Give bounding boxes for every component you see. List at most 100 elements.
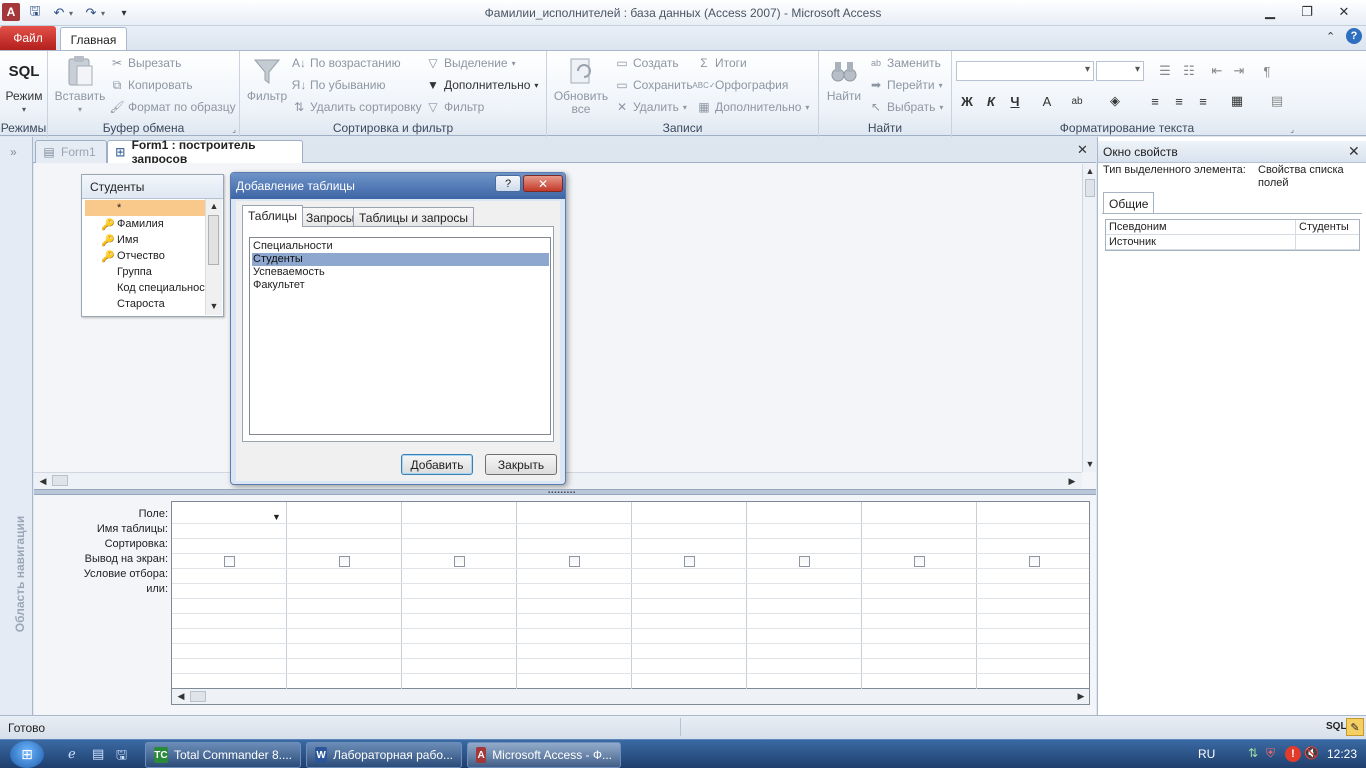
add-button[interactable]: Добавить <box>401 454 473 475</box>
show-checkbox[interactable] <box>1029 556 1040 567</box>
taskbar-access[interactable]: A Microsoft Access - Ф... <box>467 742 621 768</box>
grid-scroll-right-icon[interactable]: ▶ <box>1074 689 1088 703</box>
design-vertical-scrollbar[interactable]: ▲ ▼ <box>1082 164 1096 472</box>
design-grid[interactable]: ▼ <box>171 501 1090 690</box>
cut-button[interactable]: ✂ Вырезать <box>110 56 181 70</box>
replace-button[interactable]: ab Заменить <box>869 56 941 70</box>
tray-alert-icon[interactable]: ! <box>1285 746 1301 762</box>
design-hscroll-thumb[interactable] <box>52 475 68 486</box>
field-item-name[interactable]: 🔑 Имя <box>85 232 205 248</box>
bold-button[interactable]: Ж <box>956 91 978 111</box>
tab-file[interactable]: Файл <box>0 26 56 50</box>
tray-security-icon[interactable]: ⛨ <box>1266 746 1275 761</box>
minimize-ribbon-icon[interactable]: ⌃ <box>1326 30 1335 43</box>
show-checkbox[interactable] <box>454 556 465 567</box>
selection-type-value[interactable]: Свойства списка полей <box>1258 164 1362 190</box>
format-painter-button[interactable]: 🖌 Формат по образцу <box>109 100 235 114</box>
sort-ascending-button[interactable]: A↓ По возрастанию <box>292 56 401 70</box>
doc-tab-query-builder[interactable]: ⊞ Form1 : построитель запросов <box>107 138 303 166</box>
increase-indent-icon[interactable]: ⇥ <box>1228 61 1250 81</box>
grid-column[interactable] <box>287 502 402 690</box>
show-checkbox[interactable] <box>684 556 695 567</box>
toggle-filter-button[interactable]: ▽ Фильтр <box>426 100 484 114</box>
help-icon[interactable]: ? <box>1346 28 1362 44</box>
remove-sort-button[interactable]: ⇅ Удалить сортировку <box>292 100 422 114</box>
show-checkbox[interactable] <box>914 556 925 567</box>
tab-home[interactable]: Главная <box>60 27 127 51</box>
list-item-students[interactable]: Студенты <box>252 253 549 266</box>
save-record-button[interactable]: ▭ Сохранить <box>615 78 692 92</box>
delete-record-button[interactable]: ✕ Удалить ▾ <box>615 100 687 114</box>
grid-scroll-left-icon[interactable]: ◀ <box>174 689 188 703</box>
property-tab-general[interactable]: Общие <box>1103 192 1155 214</box>
property-value[interactable]: Студенты <box>1296 220 1359 234</box>
new-record-button[interactable]: ▭ Создать <box>615 56 678 70</box>
field-item-surname[interactable]: 🔑 Фамилия <box>85 216 205 232</box>
dialog-help-button[interactable]: ? <box>495 175 521 192</box>
grid-column[interactable] <box>862 502 977 690</box>
font-color-icon[interactable]: A <box>1036 91 1058 111</box>
text-format-launcher-icon[interactable]: ⌟ <box>1290 125 1294 134</box>
quick-launch-explorer-icon[interactable]: ▤ <box>92 746 104 762</box>
show-checkbox[interactable] <box>339 556 350 567</box>
language-indicator[interactable]: RU <box>1198 747 1215 761</box>
filter-button[interactable]: Фильтр <box>246 55 288 103</box>
close-button[interactable]: Закрыть <box>485 454 557 475</box>
sort-descending-button[interactable]: Я↓ По убыванию <box>292 78 386 92</box>
dialog-tab-both[interactable]: Таблицы и запросы <box>353 207 475 227</box>
field-item-all[interactable]: * <box>85 200 205 216</box>
dialog-tab-queries[interactable]: Запросы <box>300 207 361 227</box>
start-button[interactable]: ⊞ <box>10 741 44 768</box>
grid-column[interactable] <box>517 502 632 690</box>
navigation-pane[interactable]: » Область навигации <box>0 137 33 715</box>
grid-column[interactable] <box>632 502 747 690</box>
advanced-filter-button[interactable]: ▼ Дополнительно ▾ <box>426 78 538 92</box>
design-view-status-icon[interactable]: ✎ <box>1346 718 1364 736</box>
copy-button[interactable]: ⧉ Копировать <box>110 78 193 93</box>
dialog-launcher-icon[interactable]: ⌟ <box>232 125 236 134</box>
doc-tab-form1[interactable]: ▤ Form1 <box>35 140 107 163</box>
align-right-icon[interactable]: ≡ <box>1192 91 1214 111</box>
dialog-close-icon[interactable]: ✕ <box>523 175 563 192</box>
grid-hscroll-thumb[interactable] <box>190 691 206 702</box>
clock[interactable]: 12:23 <box>1327 747 1357 761</box>
grid-horizontal-scrollbar[interactable]: ◀ ▶ <box>171 689 1090 705</box>
decrease-indent-icon[interactable]: ⇤ <box>1206 61 1228 81</box>
show-checkbox[interactable] <box>799 556 810 567</box>
align-left-icon[interactable]: ≡ <box>1144 91 1166 111</box>
scroll-up-icon[interactable]: ▲ <box>1083 164 1097 178</box>
field-item-patronymic[interactable]: 🔑 Отчество <box>85 248 205 264</box>
goto-button[interactable]: ➡ Перейти ▾ <box>869 78 943 92</box>
sql-view-status-button[interactable]: SQL <box>1326 721 1347 732</box>
close-document-icon[interactable]: ✕ <box>1077 142 1088 158</box>
show-checkbox[interactable] <box>224 556 235 567</box>
property-value[interactable] <box>1296 235 1359 249</box>
spelling-button[interactable]: ABC✓ Орфография <box>692 78 788 92</box>
field-list-scroll-down-icon[interactable]: ▼ <box>207 299 221 313</box>
paragraph-icon[interactable]: ¶ <box>1256 61 1278 81</box>
field-list-students[interactable]: Студенты * 🔑 Фамилия 🔑 Имя 🔑 Отчество Групп… <box>81 174 224 317</box>
alternate-row-color-icon[interactable]: ▤ <box>1266 91 1288 111</box>
font-name-combo[interactable] <box>956 61 1094 81</box>
field-item-specialty-code[interactable]: Код специальности <box>85 280 205 296</box>
design-vscroll-thumb[interactable] <box>1085 179 1095 197</box>
field-list-scroll-up-icon[interactable]: ▲ <box>207 199 221 213</box>
selection-button[interactable]: ▽ Выделение ▾ <box>426 56 515 70</box>
field-list-scroll-thumb[interactable] <box>208 215 219 265</box>
expand-nav-icon[interactable]: » <box>10 145 17 159</box>
grid-column[interactable] <box>977 502 1089 690</box>
totals-button[interactable]: Σ Итоги <box>697 56 746 70</box>
fill-color-icon[interactable]: ◈ <box>1104 91 1126 111</box>
italic-button[interactable]: К <box>980 91 1002 111</box>
close-window-button[interactable]: ✕ <box>1326 2 1362 22</box>
dialog-tab-tables[interactable]: Таблицы <box>242 205 304 227</box>
show-checkbox[interactable] <box>569 556 580 567</box>
list-item-performance[interactable]: Успеваемость <box>252 266 549 279</box>
quick-launch-floppy-icon[interactable]: 🖫 <box>116 746 127 768</box>
gridlines-icon[interactable]: ▦ <box>1226 91 1248 111</box>
field-list-scrollbar[interactable]: ▲ ▼ <box>205 199 222 315</box>
highlight-icon[interactable]: ab <box>1066 91 1088 111</box>
taskbar-word[interactable]: W Лабораторная рабо... <box>306 742 462 768</box>
add-table-dialog[interactable]: Добавление таблицы ? ✕ Таблицы Запросы Т… <box>230 172 566 485</box>
grid-column[interactable]: ▼ <box>172 502 287 690</box>
